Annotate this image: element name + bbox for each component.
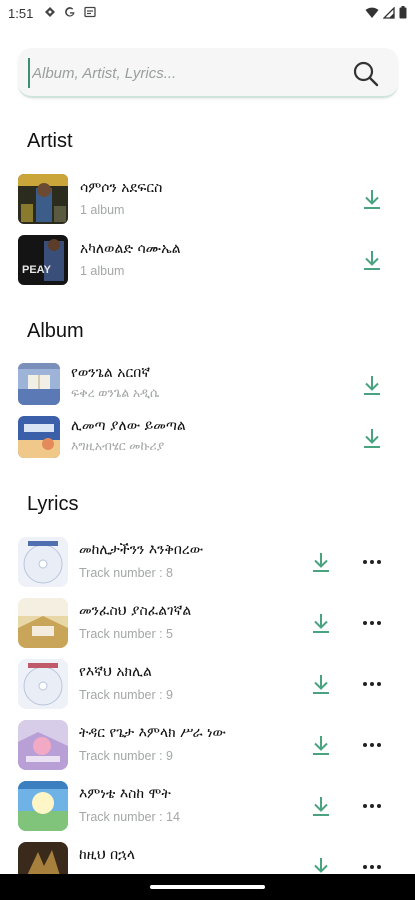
download-icon [313,736,329,755]
download-button[interactable] [310,856,332,874]
download-button[interactable] [361,374,383,396]
album-thumbnail [18,416,60,458]
album-artist: እግዚአብሄር መኩሪያ [71,439,165,453]
download-button[interactable] [361,249,383,271]
lyric-track-number: Track number : 5 [79,627,174,641]
artist-album-count: 1 album [80,203,125,217]
lyric-track-number: Track number : 9 [79,688,174,702]
search-button[interactable] [352,60,380,88]
album-row[interactable]: ሊመጣ ያለው ይመጣል እግዚአብሄር መኩሪያ [0,416,415,458]
wifi-icon [365,7,379,18]
lyric-thumbnail [18,537,68,587]
battery-icon [399,6,407,19]
lyric-title: መከሊታችንን እንቅበረው [79,542,204,558]
more-options-button[interactable] [361,612,383,634]
download-icon [313,614,329,633]
download-icon [364,190,380,209]
download-button[interactable] [310,551,332,573]
status-left-icons [44,6,96,18]
section-title-lyrics: Lyrics [27,493,79,515]
download-button[interactable] [361,427,383,449]
more-options-button[interactable] [361,551,383,573]
search-icon [353,61,379,87]
album-artist: ፍቅረ ወንጌል አዲሴ [71,386,160,400]
album-row[interactable]: የወንጌል አርበኛ ፍቅረ ወንጌል አዲሴ [0,363,415,405]
status-right-icons [365,6,407,19]
more-options-button[interactable] [361,795,383,817]
section-title-artist: Artist [27,130,73,152]
more-options-button[interactable] [361,673,383,695]
more-horizontal-icon [363,743,381,747]
artist-name: ሳምሶን አደፍርስ [80,180,163,196]
home-gesture-handle[interactable] [150,885,265,889]
more-options-button[interactable] [361,856,383,874]
lyric-track-number: Track number : 9 [79,749,174,763]
album-thumbnail [18,363,60,405]
svg-text:PEAY: PEAY [22,264,52,276]
artist-thumbnail: PEAY [18,235,68,285]
artist-row[interactable]: PEAY አካለወልድ ሳሙኤል 1 album [0,235,415,285]
album-name: የወንጌል አርበኛ [71,365,151,381]
download-icon [314,858,328,873]
lyric-thumbnail [18,781,68,831]
status-time: 1:51 [8,6,34,21]
search-bar [18,48,398,98]
download-button[interactable] [310,612,332,634]
download-icon [313,675,329,694]
lyric-title: ከዚህ በኋላ [79,847,135,863]
album-name: ሊመጣ ያለው ይመጣል [71,418,186,434]
status-bar: 1:51 [0,0,415,28]
download-icon [364,376,380,395]
download-icon [364,251,380,270]
lyric-thumbnail [18,598,68,648]
lyric-row[interactable]: እምነቴ እስከ ሞት Track number : 14 [0,781,415,831]
notification-icon [45,7,55,17]
lyric-thumbnail [18,659,68,709]
download-icon [364,429,380,448]
more-horizontal-icon [363,560,381,564]
lyric-row[interactable]: ትዳር የጌታ እምላክ ሥራ ነው Track number : 9 [0,720,415,770]
lyric-row[interactable]: የእኛህ አክሊል Track number : 9 [0,659,415,709]
lyric-track-number: Track number : 14 [79,810,180,824]
lyric-track-number: Track number : 8 [79,566,174,580]
lyric-title: መንፈስህ ያስፈልገኛል [79,603,192,619]
section-title-album: Album [27,320,84,342]
lyric-title: እምነቴ እስከ ሞት [79,786,171,802]
more-horizontal-icon [363,804,381,808]
lyric-row[interactable]: ከዚህ በኋላ [0,842,415,874]
lyric-row[interactable]: መከሊታችንን እንቅበረው Track number : 8 [0,537,415,587]
more-horizontal-icon [363,621,381,625]
system-navigation-bar [0,874,415,900]
download-button[interactable] [310,734,332,756]
artist-album-count: 1 album [80,264,125,278]
lyric-title: ትዳር የጌታ እምላክ ሥራ ነው [79,725,226,741]
lyric-title: የእኛህ አክሊል [79,664,152,680]
cell-signal-icon [383,6,395,19]
download-icon [313,553,329,572]
artist-name: አካለወልድ ሳሙኤል [80,241,181,257]
lyric-thumbnail [18,842,68,874]
search-input[interactable] [28,58,328,88]
download-button[interactable] [361,188,383,210]
more-options-button[interactable] [361,734,383,756]
more-horizontal-icon [363,682,381,686]
download-button[interactable] [310,673,332,695]
lyric-row[interactable]: መንፈስህ ያስፈልገኛል Track number : 5 [0,598,415,648]
more-horizontal-icon [363,865,381,869]
download-icon [313,797,329,816]
download-button[interactable] [310,795,332,817]
artist-row[interactable]: ሳምሶን አደፍርስ 1 album [0,174,415,224]
app-notification-icon [84,6,96,18]
lyric-thumbnail [18,720,68,770]
google-icon [65,7,75,17]
artist-thumbnail [18,174,68,224]
